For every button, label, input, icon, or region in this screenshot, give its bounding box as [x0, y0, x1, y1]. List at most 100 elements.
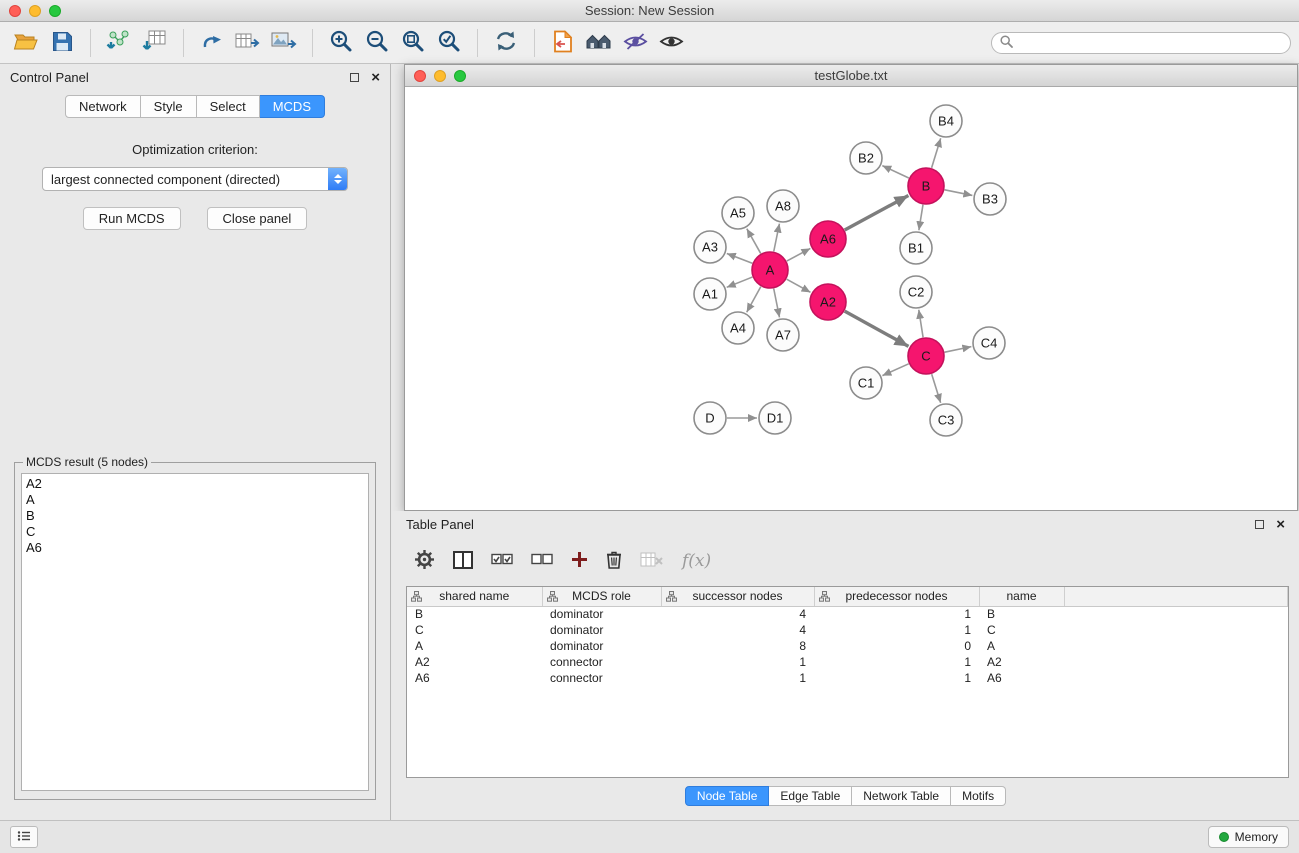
zoom-fit-button[interactable]: [395, 26, 431, 60]
close-window-button[interactable]: [9, 5, 21, 17]
table-row[interactable]: Bdominator41B: [407, 606, 1288, 622]
tab-network[interactable]: Network: [65, 95, 141, 118]
node-A5[interactable]: A5: [722, 197, 754, 229]
node-A7[interactable]: A7: [767, 319, 799, 351]
list-item[interactable]: C: [26, 524, 364, 540]
table-row[interactable]: A6connector11A6: [407, 670, 1288, 686]
search-field[interactable]: [991, 32, 1291, 54]
edge-A-A2[interactable]: [787, 279, 811, 292]
edge-A-A6[interactable]: [787, 248, 811, 261]
table-row[interactable]: A2connector11A2: [407, 654, 1288, 670]
minimize-window-button[interactable]: [29, 5, 41, 17]
float-table-panel-icon[interactable]: [1255, 520, 1264, 529]
node-C3[interactable]: C3: [930, 404, 962, 436]
function-builder-button[interactable]: f(x): [682, 551, 711, 571]
delete-row-button[interactable]: [606, 550, 622, 572]
zoom-out-button[interactable]: [359, 26, 395, 60]
import-table-button[interactable]: [137, 26, 173, 60]
run-mcds-button[interactable]: Run MCDS: [83, 207, 181, 230]
zoom-window-button[interactable]: [49, 5, 61, 17]
hide-annotations-button[interactable]: [617, 26, 653, 60]
edge-B-B1[interactable]: [919, 205, 923, 230]
edge-A-A5[interactable]: [747, 229, 761, 254]
select-all-button[interactable]: [491, 553, 513, 569]
import-network-button[interactable]: [101, 26, 137, 60]
node-B3[interactable]: B3: [974, 183, 1006, 215]
tab-motifs[interactable]: Motifs: [951, 786, 1006, 806]
edge-B-B2[interactable]: [882, 166, 908, 178]
network-canvas[interactable]: B4B2BB3B1A5A8A6A3AA1C2A2A4A7C4CC1C3DD1: [405, 87, 1297, 510]
node-A4[interactable]: A4: [722, 312, 754, 344]
show-columns-button[interactable]: [453, 551, 473, 572]
node-B4[interactable]: B4: [930, 105, 962, 137]
edge-A-A1[interactable]: [727, 277, 753, 287]
tab-node-table[interactable]: Node Table: [685, 786, 770, 806]
column-header-mcds-role[interactable]: MCDS role: [542, 587, 661, 606]
network-window-titlebar[interactable]: testGlobe.txt: [405, 65, 1297, 87]
show-graphics-button[interactable]: [653, 26, 689, 60]
mcds-result-list[interactable]: A2ABCA6: [21, 473, 369, 791]
edge-B-B3[interactable]: [945, 190, 973, 196]
edge-A-A3[interactable]: [727, 253, 752, 263]
node-A1[interactable]: A1: [694, 278, 726, 310]
node-C2[interactable]: C2: [900, 276, 932, 308]
table-settings-button[interactable]: [414, 549, 435, 573]
node-A8[interactable]: A8: [767, 190, 799, 222]
column-header-name[interactable]: name: [979, 587, 1064, 606]
node-table[interactable]: shared name MCDS role successor nodes pr…: [406, 586, 1289, 778]
float-panel-icon[interactable]: [350, 73, 359, 82]
criterion-dropdown[interactable]: largest connected component (directed): [42, 167, 348, 191]
edge-C-C3[interactable]: [932, 374, 941, 403]
node-D1[interactable]: D1: [759, 402, 791, 434]
close-panel-button[interactable]: Close panel: [207, 207, 308, 230]
edge-B-B4[interactable]: [932, 138, 941, 168]
zoom-selected-button[interactable]: [431, 26, 467, 60]
node-C4[interactable]: C4: [973, 327, 1005, 359]
edge-A6-B[interactable]: [845, 196, 909, 230]
task-history-button[interactable]: [10, 826, 38, 848]
edge-C-C4[interactable]: [945, 347, 972, 353]
node-A3[interactable]: A3: [694, 231, 726, 263]
node-A[interactable]: A: [752, 252, 788, 288]
export-table-button[interactable]: [230, 26, 266, 60]
search-input[interactable]: [1018, 36, 1282, 50]
new-network-button[interactable]: [194, 26, 230, 60]
export-image-button[interactable]: [266, 26, 302, 60]
node-A2[interactable]: A2: [810, 284, 846, 320]
node-B[interactable]: B: [908, 168, 944, 204]
list-item[interactable]: A2: [26, 476, 364, 492]
home-views-button[interactable]: [581, 26, 617, 60]
node-B2[interactable]: B2: [850, 142, 882, 174]
table-row[interactable]: Cdominator41C: [407, 622, 1288, 638]
node-C1[interactable]: C1: [850, 367, 882, 399]
edge-C-C2[interactable]: [919, 310, 923, 337]
node-C[interactable]: C: [908, 338, 944, 374]
tab-mcds[interactable]: MCDS: [260, 95, 325, 118]
export-document-button[interactable]: [545, 26, 581, 60]
edge-C-C1[interactable]: [882, 364, 908, 376]
node-D[interactable]: D: [694, 402, 726, 434]
close-table-panel-icon[interactable]: ×: [1276, 520, 1285, 529]
column-header-successor-nodes[interactable]: successor nodes: [661, 587, 814, 606]
table-row[interactable]: Adominator80A: [407, 638, 1288, 654]
add-row-button[interactable]: [571, 551, 588, 571]
list-item[interactable]: B: [26, 508, 364, 524]
close-network-window-button[interactable]: [414, 70, 426, 82]
memory-button[interactable]: Memory: [1208, 826, 1289, 848]
close-panel-icon[interactable]: ×: [371, 73, 380, 82]
deselect-all-button[interactable]: [531, 553, 553, 569]
zoom-network-window-button[interactable]: [454, 70, 466, 82]
column-header-shared-name[interactable]: shared name: [407, 587, 542, 606]
tab-style[interactable]: Style: [141, 95, 197, 118]
tab-edge-table[interactable]: Edge Table: [769, 786, 852, 806]
tab-select[interactable]: Select: [197, 95, 260, 118]
list-item[interactable]: A6: [26, 540, 364, 556]
edge-A-A8[interactable]: [774, 224, 780, 252]
edge-A-A4[interactable]: [747, 287, 761, 313]
delete-table-button[interactable]: [640, 552, 664, 571]
column-header-predecessor-nodes[interactable]: predecessor nodes: [814, 587, 979, 606]
save-session-button[interactable]: [44, 26, 80, 60]
zoom-in-button[interactable]: [323, 26, 359, 60]
minimize-network-window-button[interactable]: [434, 70, 446, 82]
refresh-button[interactable]: [488, 26, 524, 60]
